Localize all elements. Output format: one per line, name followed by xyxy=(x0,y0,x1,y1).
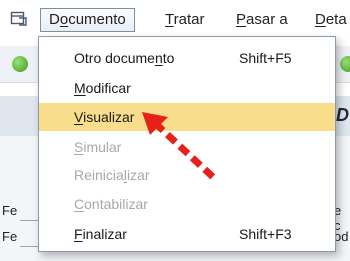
menu-tratar[interactable]: Tratar xyxy=(165,8,204,32)
menu-pasar-a[interactable]: Pasar a xyxy=(236,8,288,32)
field-label-fragment: Fe xyxy=(2,229,18,244)
app-window: Documento Tratar Pasar a Deta D Fe Fe e … xyxy=(0,0,350,261)
menu-pasar-a-mnemonic: P xyxy=(236,11,247,28)
panel-title-fragment: D xyxy=(336,105,349,125)
menu-detalles-label-rest: eta xyxy=(325,11,347,28)
red-dashed-arrow-icon xyxy=(142,112,217,181)
field-value-fragment: od xyxy=(334,229,349,244)
menu-documento[interactable]: Documento xyxy=(40,8,135,32)
menu-pasar-a-label-rest: asar a xyxy=(246,11,288,28)
menu-item-label: Contabilizar xyxy=(74,196,148,212)
green-check-icon[interactable] xyxy=(12,56,28,72)
menu-tratar-label-rest: ratar xyxy=(173,11,205,28)
green-check-icon[interactable] xyxy=(340,56,350,72)
menu-item-shortcut: Shift+F5 xyxy=(239,50,292,66)
menu-item-label: Finalizar xyxy=(74,226,127,242)
menu-item-label: Modificar xyxy=(74,80,131,96)
menu-item-contabilizar: Contabilizar xyxy=(39,190,335,218)
menu-documento-label-part: D xyxy=(49,11,60,28)
window-menu-icon[interactable] xyxy=(10,10,28,28)
menu-item-otro-documento[interactable]: Otro documento Shift+F5 xyxy=(39,44,335,72)
menu-bar: Documento Tratar Pasar a Deta xyxy=(0,0,350,40)
field-underline xyxy=(20,220,38,221)
menu-item-modificar[interactable]: Modificar xyxy=(39,74,335,102)
menu-item-label: Simular xyxy=(74,139,122,155)
field-underline xyxy=(20,246,38,247)
menu-documento-mnemonic: o xyxy=(59,11,69,28)
menu-item-finalizar[interactable]: Finalizar Shift+F3 xyxy=(39,220,335,248)
menu-item-label: Otro documento xyxy=(74,50,175,66)
menu-item-label: Visualizar xyxy=(74,109,135,125)
menu-tratar-mnemonic: T xyxy=(165,11,174,28)
menu-detalles[interactable]: Deta xyxy=(315,8,347,32)
menu-documento-label-rest: cumento xyxy=(68,11,126,28)
menu-item-shortcut: Shift+F3 xyxy=(239,226,292,242)
field-label-fragment: Fe xyxy=(2,203,18,218)
menu-detalles-mnemonic: D xyxy=(315,11,326,28)
